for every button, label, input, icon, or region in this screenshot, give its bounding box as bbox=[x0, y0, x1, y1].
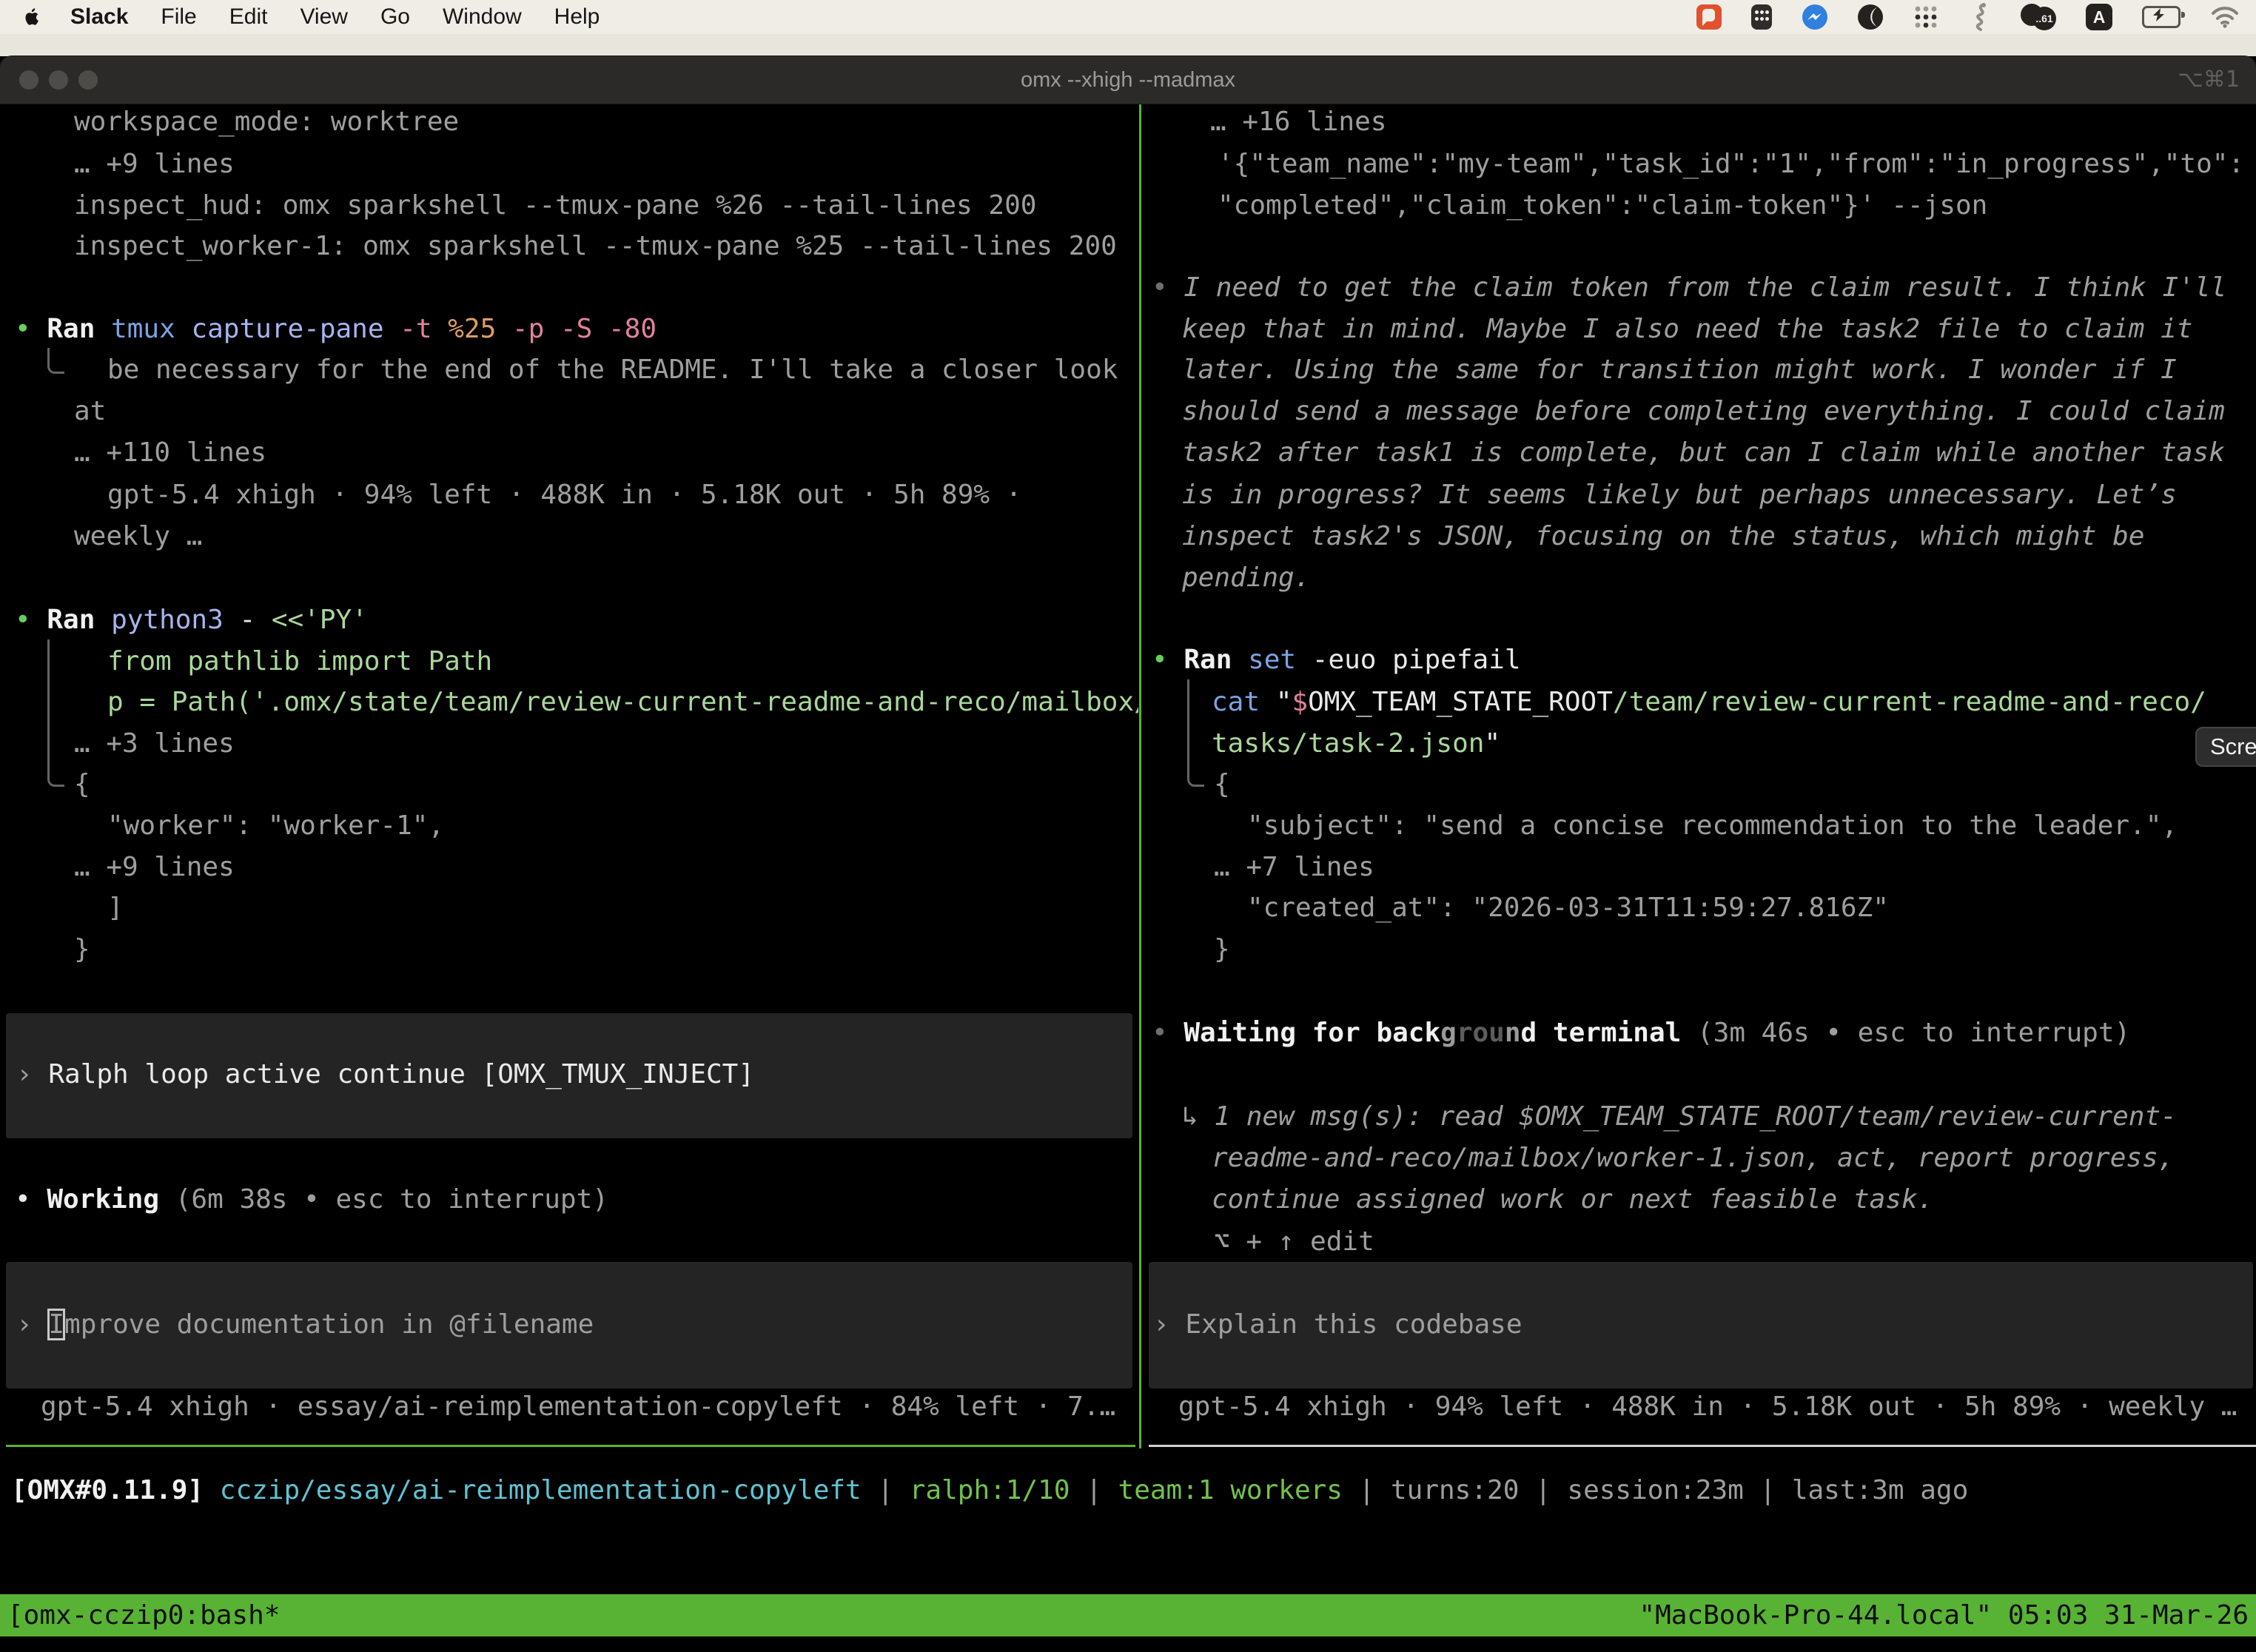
wifi-icon[interactable] bbox=[2210, 1, 2240, 33]
desktop-background bbox=[0, 34, 2256, 56]
authenticator-icon[interactable] bbox=[1751, 1, 1772, 33]
stack-badge-icon[interactable]: ..61 bbox=[2021, 4, 2056, 30]
dragon-icon[interactable] bbox=[1969, 1, 1991, 33]
screen-tooltip: Scre bbox=[2195, 727, 2256, 767]
battery-charging-icon[interactable] bbox=[2142, 1, 2181, 33]
menu-status-icons: ..61 A bbox=[1696, 1, 2240, 33]
menu-app-name[interactable]: Slack bbox=[70, 4, 128, 30]
menu-edit[interactable]: Edit bbox=[229, 4, 268, 29]
a-key-icon[interactable]: A bbox=[2086, 1, 2112, 33]
menu-go[interactable]: Go bbox=[380, 4, 410, 29]
window-title: omx --xhigh --madmax bbox=[0, 56, 2256, 104]
tmux-status-bar[interactable]: [omx-cczip0:bash* "MacBook-Pro-44.local"… bbox=[0, 1594, 2256, 1636]
screenshot-root: Slack File Edit View Go Window Help bbox=[0, 0, 2256, 1652]
menu-bar: Slack File Edit View Go Window Help bbox=[0, 0, 2256, 34]
apple-icon bbox=[22, 5, 42, 29]
statusline-layer: [OMX#0.11.9] cczip/essay/ai-reimplementa… bbox=[0, 0, 2256, 1652]
tmux-session-window: [omx-cczip0:bash* bbox=[7, 1594, 280, 1636]
menu-window[interactable]: Window bbox=[443, 4, 522, 29]
menu-view[interactable]: View bbox=[300, 4, 347, 29]
apple-menu[interactable] bbox=[22, 5, 42, 29]
apps-grid-icon[interactable] bbox=[1913, 1, 1939, 33]
messenger-icon[interactable] bbox=[1802, 1, 1828, 33]
slack-notification-icon[interactable] bbox=[1696, 1, 1722, 33]
omx-status-line: [OMX#0.11.9] cczip/essay/ai-reimplementa… bbox=[11, 1470, 1968, 1511]
menu-help[interactable]: Help bbox=[554, 4, 600, 29]
window-title-bar[interactable]: omx --xhigh --madmax ⌥⌘1 bbox=[0, 56, 2256, 104]
menu-file[interactable]: File bbox=[161, 4, 196, 29]
tmux-host-clock: "MacBook-Pro-44.local" 05:03 31-Mar-26 bbox=[1639, 1594, 2249, 1636]
badge-count: ..61 bbox=[2032, 7, 2056, 30]
moon-icon[interactable] bbox=[1858, 1, 1883, 33]
window-shortcut-hint: ⌥⌘1 bbox=[2178, 56, 2240, 104]
